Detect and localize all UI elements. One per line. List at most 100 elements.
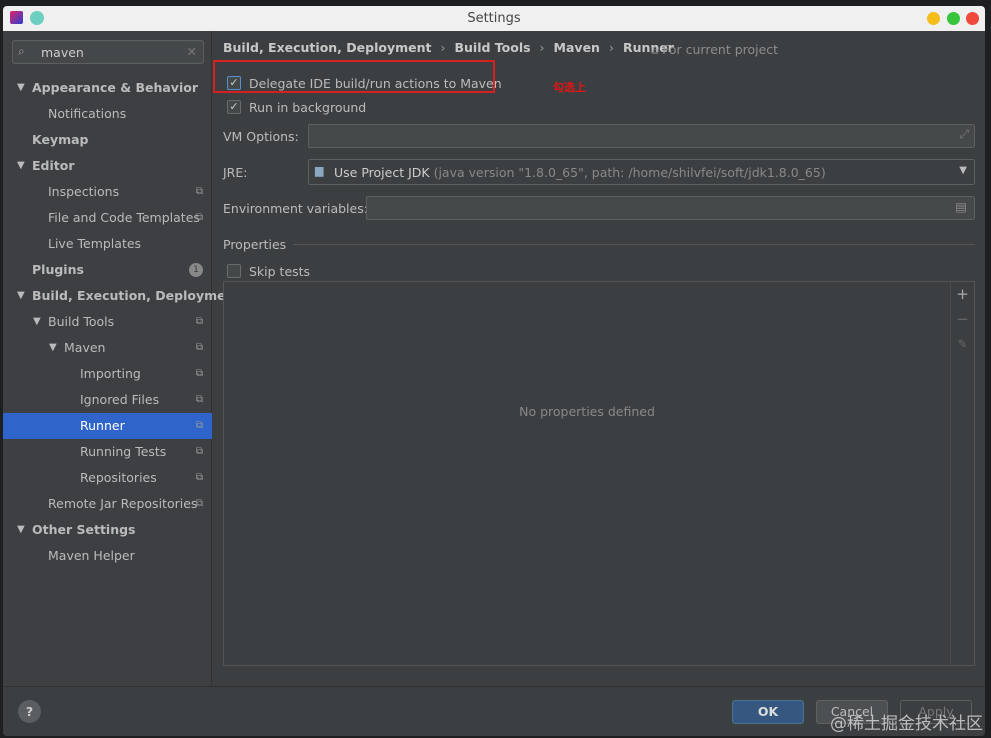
search-value[interactable]: maven — [41, 45, 84, 60]
scope-label: ⧉ For current project — [651, 42, 779, 57]
project-scope-icon: ⧉ — [195, 498, 203, 509]
sidebar-item[interactable]: Live Templates — [3, 231, 212, 257]
expand-arrow-icon[interactable]: ▼ — [17, 153, 25, 179]
sidebar-item-label: File and Code Templates — [48, 210, 200, 225]
expand-arrow-icon[interactable]: ▼ — [49, 335, 57, 361]
table-toolbar: + − ✎ — [950, 282, 974, 665]
close-button[interactable] — [966, 12, 979, 25]
expand-arrow-icon[interactable]: ▼ — [17, 517, 25, 543]
search-input[interactable]: ⌕ maven ✕ — [12, 40, 204, 64]
expand-arrow-icon[interactable]: ▼ — [33, 309, 41, 335]
sidebar-item[interactable]: Notifications — [3, 101, 212, 127]
project-scope-icon: ⧉ — [195, 394, 203, 405]
copy-icon: ⧉ — [651, 46, 659, 57]
settings-window: Settings ⌕ maven ✕ ▼ Appearance & Behavio… — [3, 6, 985, 736]
title-bar: Settings — [3, 6, 985, 31]
sidebar-item-label: Editor — [32, 158, 75, 173]
breadcrumb-item: Build, Execution, Deployment — [223, 40, 432, 55]
sidebar-item-label: Maven — [64, 340, 106, 355]
env-input[interactable]: ▤ — [366, 196, 975, 220]
breadcrumb: Build, Execution, Deployment › Build Tools… — [223, 40, 674, 55]
vm-options-label: VM Options: — [223, 129, 299, 144]
runner-panel: Build, Execution, Deployment › Build Tools… — [213, 31, 985, 686]
project-scope-icon: ⧉ — [195, 472, 203, 483]
sidebar-item[interactable]: ▼ Build, Execution, Deployment — [3, 283, 240, 309]
sidebar-item[interactable]: Running Tests ⧉ — [3, 439, 212, 465]
properties-table[interactable]: No properties defined + − ✎ — [223, 281, 975, 666]
sidebar-item[interactable]: ▼ Editor — [3, 153, 212, 179]
skip-tests-label[interactable]: Skip tests — [249, 264, 310, 279]
run-in-background-label[interactable]: Run in background — [249, 100, 366, 115]
sidebar-item[interactable]: Inspections ⧉ — [3, 179, 212, 205]
project-scope-icon: ⧉ — [195, 316, 203, 327]
window-title: Settings — [467, 11, 521, 26]
jre-label: JRE: — [223, 165, 248, 180]
sidebar-item-label: Live Templates — [48, 236, 142, 251]
project-scope-icon: ⧉ — [195, 342, 203, 353]
delegate-checkbox[interactable]: ✓ — [227, 76, 241, 90]
properties-heading: Properties — [223, 237, 287, 252]
sidebar-item[interactable]: Keymap — [3, 127, 212, 153]
project-scope-icon: ⧉ — [195, 420, 203, 431]
vm-options-input[interactable]: ⤢ — [308, 124, 975, 148]
run-in-background-checkbox[interactable]: ✓ — [227, 100, 241, 114]
sidebar-item-label: Build Tools — [48, 314, 115, 329]
sidebar-item-label: Ignored Files — [80, 392, 160, 407]
env-label: Environment variables: — [223, 201, 368, 216]
minimize-button[interactable] — [927, 12, 940, 25]
folder-icon: ▆ — [315, 164, 324, 177]
project-scope-icon: ⧉ — [195, 186, 203, 197]
sidebar-item[interactable]: Maven Helper — [3, 543, 212, 569]
breadcrumb-item: Maven — [553, 40, 600, 55]
remove-icon[interactable]: − — [951, 307, 974, 332]
sidebar-item-label: Inspections — [48, 184, 120, 199]
sidebar-item-label: Remote Jar Repositories — [48, 496, 198, 511]
search-icon: ⌕ — [18, 44, 25, 58]
sidebar-item-label: Repositories — [80, 470, 157, 485]
annotation-text: 勾选上 — [553, 81, 586, 94]
sidebar-item-label: Keymap — [32, 132, 89, 147]
sidebar-item[interactable]: Importing ⧉ — [3, 361, 212, 387]
ok-button[interactable]: OK — [732, 700, 804, 724]
sidebar-item[interactable]: Ignored Files ⧉ — [3, 387, 212, 413]
project-scope-icon: ⧉ — [195, 212, 203, 223]
sidebar-item[interactable]: Repositories ⧉ — [3, 465, 212, 491]
chevron-down-icon: ▼ — [959, 165, 967, 176]
maximize-button[interactable] — [947, 12, 960, 25]
sidebar-item[interactable]: Plugins 1 — [3, 257, 212, 283]
update-badge: 1 — [189, 263, 203, 277]
sidebar-item-label: Running Tests — [80, 444, 167, 459]
delegate-label[interactable]: Delegate IDE build/run actions to Maven — [249, 76, 502, 91]
sidebar-item[interactable]: ▼ Maven ⧉ — [3, 335, 212, 361]
sidebar-item[interactable]: Runner ⧉ — [3, 413, 212, 439]
sidebar-item-label: Other Settings — [32, 522, 136, 537]
project-scope-icon: ⧉ — [195, 368, 203, 379]
empty-text: No properties defined — [519, 404, 655, 419]
sidebar-item-label: Build, Execution, Deployment — [32, 288, 241, 303]
sidebar-item[interactable]: ▼ Build Tools ⧉ — [3, 309, 212, 335]
sidebar-item[interactable]: ▼ Other Settings — [3, 517, 212, 543]
sidebar-item-label: Appearance & Behavior — [32, 80, 198, 95]
sidebar-item[interactable]: ▼ Appearance & Behavior — [3, 75, 212, 101]
settings-sidebar: ⌕ maven ✕ ▼ Appearance & Behavior Notifica… — [3, 31, 240, 686]
skip-tests-checkbox[interactable] — [227, 264, 241, 278]
sidebar-item[interactable]: Remote Jar Repositories ⧉ — [3, 491, 212, 517]
project-scope-icon: ⧉ — [195, 446, 203, 457]
expand-icon[interactable]: ⤢ — [959, 127, 969, 142]
sidebar-item-label: Maven Helper — [48, 548, 135, 563]
sidebar-item[interactable]: File and Code Templates ⧉ — [3, 205, 212, 231]
document-icon[interactable]: ▤ — [955, 199, 967, 214]
jre-select[interactable]: ▆ Use Project JDK (java version "1.8.0_6… — [308, 159, 975, 185]
sidebar-item-label: Importing — [80, 366, 141, 381]
expand-arrow-icon[interactable]: ▼ — [17, 283, 25, 309]
sidebar-item-label: Runner — [80, 418, 125, 433]
help-button[interactable]: ? — [18, 700, 41, 723]
watermark: @稀土掘金技术社区 — [830, 714, 983, 734]
breadcrumb-item: Build Tools — [454, 40, 531, 55]
add-icon[interactable]: + — [951, 282, 974, 307]
clear-icon[interactable]: ✕ — [187, 44, 197, 59]
expand-arrow-icon[interactable]: ▼ — [17, 75, 25, 101]
sidebar-item-label: Notifications — [48, 106, 127, 121]
edit-icon[interactable]: ✎ — [951, 332, 974, 357]
divider — [293, 244, 975, 245]
